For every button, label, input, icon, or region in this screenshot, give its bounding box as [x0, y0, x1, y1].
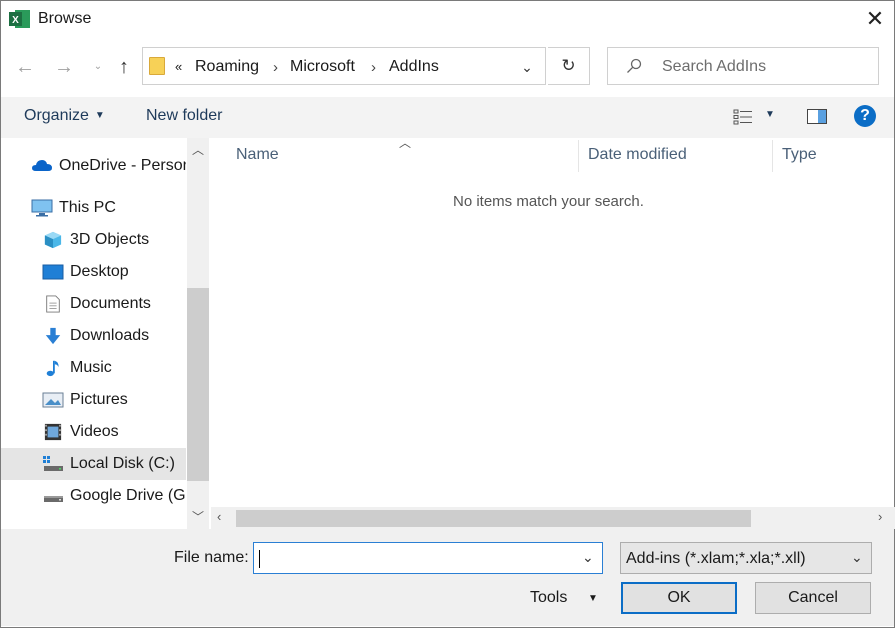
breadcrumb-addins[interactable]: AddIns — [389, 58, 439, 76]
recent-locations-chevron-icon[interactable]: ⌄ — [86, 54, 110, 80]
sidebar-item-desktop[interactable]: Desktop — [1, 256, 186, 288]
svg-text:X: X — [12, 15, 19, 26]
search-placeholder: Search AddIns — [662, 58, 767, 75]
file-list-horizontal-scrollbar[interactable]: ‹ › — [211, 507, 895, 529]
sidebar-item-label: Videos — [70, 423, 119, 440]
window-title: Browse — [38, 10, 92, 27]
tools-dropdown-icon[interactable]: ▼ — [588, 593, 598, 604]
folder-icon — [149, 57, 165, 75]
breadcrumb-roaming[interactable]: Roaming — [195, 58, 259, 76]
scroll-right-chevron-icon[interactable]: › — [878, 509, 882, 524]
cancel-button[interactable]: Cancel — [755, 582, 871, 614]
scroll-left-chevron-icon[interactable]: ‹ — [217, 509, 221, 524]
file-type-filter-select[interactable]: Add-ins (*.xlam;*.xla;*.xll) ⌄ — [620, 542, 872, 574]
sidebar-item-label: Pictures — [70, 391, 128, 408]
breadcrumb-separator-icon[interactable]: › — [371, 59, 376, 76]
organize-label: Organize — [24, 107, 89, 124]
filter-dropdown-chevron-icon[interactable]: ⌄ — [851, 549, 863, 566]
caret-down-icon: ▼ — [94, 110, 105, 121]
sidebar-item-label: This PC — [59, 199, 116, 216]
search-box[interactable]: Search AddIns — [607, 47, 879, 85]
scrollbar-thumb[interactable] — [187, 288, 209, 481]
sort-ascending-icon: ︿ — [399, 136, 412, 150]
onedrive-icon — [32, 160, 52, 171]
sidebar-item-this-pc[interactable]: This PC — [1, 192, 186, 224]
sidebar-item-label: Google Drive (G: — [70, 487, 186, 504]
local-disk-icon — [43, 456, 63, 471]
sidebar-item-label: Local Disk (C:) — [70, 455, 175, 472]
title-bar: X Browse ✕ — [0, 0, 895, 40]
new-folder-button[interactable]: New folder — [146, 107, 222, 125]
this-pc-icon — [31, 199, 53, 217]
sidebar-item-label: OneDrive - Person — [59, 157, 186, 174]
breadcrumb-separator-icon[interactable]: › — [273, 59, 278, 76]
sidebar-item-label: Music — [70, 359, 112, 376]
scrollbar-thumb[interactable] — [236, 510, 751, 527]
file-name-dropdown-chevron-icon[interactable]: ⌄ — [582, 549, 594, 566]
column-header-date-modified[interactable]: Date modified — [588, 146, 687, 164]
breadcrumb-overflow[interactable]: « — [175, 59, 182, 74]
preview-pane-icon[interactable] — [807, 109, 827, 124]
sidebar-item-label: 3D Objects — [70, 231, 150, 248]
navigation-pane: OneDrive - Person This PC 3D Objects Des… — [1, 138, 209, 529]
sidebar-item-downloads[interactable]: Downloads — [1, 320, 186, 352]
3d-objects-icon — [44, 231, 62, 249]
navigation-scrollbar[interactable]: ︿ ﹀ — [187, 138, 209, 529]
sidebar-item-label: Documents — [70, 295, 151, 312]
view-options-dropdown-icon[interactable]: ▼ — [765, 109, 775, 120]
command-toolbar: Organize ▼ New folder ▼ ? — [1, 97, 894, 138]
sidebar-item-documents[interactable]: Documents — [1, 288, 186, 320]
desktop-icon — [42, 264, 64, 280]
documents-icon — [46, 295, 60, 313]
sidebar-item-label: Downloads — [70, 327, 150, 344]
ok-button[interactable]: OK — [621, 582, 737, 614]
column-divider[interactable] — [578, 140, 579, 172]
help-icon[interactable]: ? — [854, 105, 876, 127]
sidebar-item-pictures[interactable]: Pictures — [1, 384, 186, 416]
address-dropdown-chevron-icon[interactable]: ⌄ — [517, 57, 537, 77]
file-name-label: File name: — [174, 549, 249, 566]
empty-list-message: No items match your search. — [453, 193, 644, 210]
scroll-up-chevron-icon[interactable]: ︿ — [187, 141, 209, 161]
sidebar-item-videos[interactable]: Videos — [1, 416, 186, 448]
up-arrow-icon[interactable]: ↑ — [112, 54, 136, 80]
sidebar-item-local-disk[interactable]: Local Disk (C:) — [1, 448, 186, 480]
column-header-type[interactable]: Type — [782, 146, 817, 164]
change-view-icon[interactable] — [733, 109, 753, 125]
tools-button[interactable]: Tools — [530, 589, 567, 607]
scroll-down-chevron-icon[interactable]: ﹀ — [187, 508, 209, 528]
back-arrow-icon[interactable]: ← — [13, 54, 37, 80]
file-type-filter-value: Add-ins (*.xlam;*.xla;*.xll) — [626, 550, 806, 567]
sidebar-item-3d-objects[interactable]: 3D Objects — [1, 224, 186, 256]
pictures-icon — [42, 392, 64, 408]
forward-arrow-icon[interactable]: → — [52, 54, 76, 80]
videos-icon — [44, 423, 62, 441]
sidebar-item-label: Desktop — [70, 263, 129, 280]
refresh-icon[interactable]: ↻ — [548, 47, 590, 85]
address-bar[interactable]: « Roaming › Microsoft › AddIns ⌄ — [142, 47, 546, 85]
column-divider[interactable] — [772, 140, 773, 172]
organize-button[interactable]: Organize ▼ — [24, 107, 105, 125]
music-icon — [46, 360, 59, 377]
close-icon[interactable]: ✕ — [862, 6, 888, 32]
downloads-icon — [45, 327, 61, 345]
search-icon — [627, 58, 642, 73]
column-header-name[interactable]: Name — [236, 146, 279, 164]
google-drive-icon — [44, 496, 63, 502]
sidebar-item-music[interactable]: Music — [1, 352, 186, 384]
sidebar-item-google-drive[interactable]: Google Drive (G: — [1, 480, 186, 512]
sidebar-item-onedrive[interactable]: OneDrive - Person — [1, 150, 186, 182]
breadcrumb-microsoft[interactable]: Microsoft — [290, 58, 355, 76]
text-cursor — [259, 550, 260, 568]
excel-app-icon: X — [9, 10, 30, 28]
file-name-input[interactable]: ⌄ — [253, 542, 603, 574]
